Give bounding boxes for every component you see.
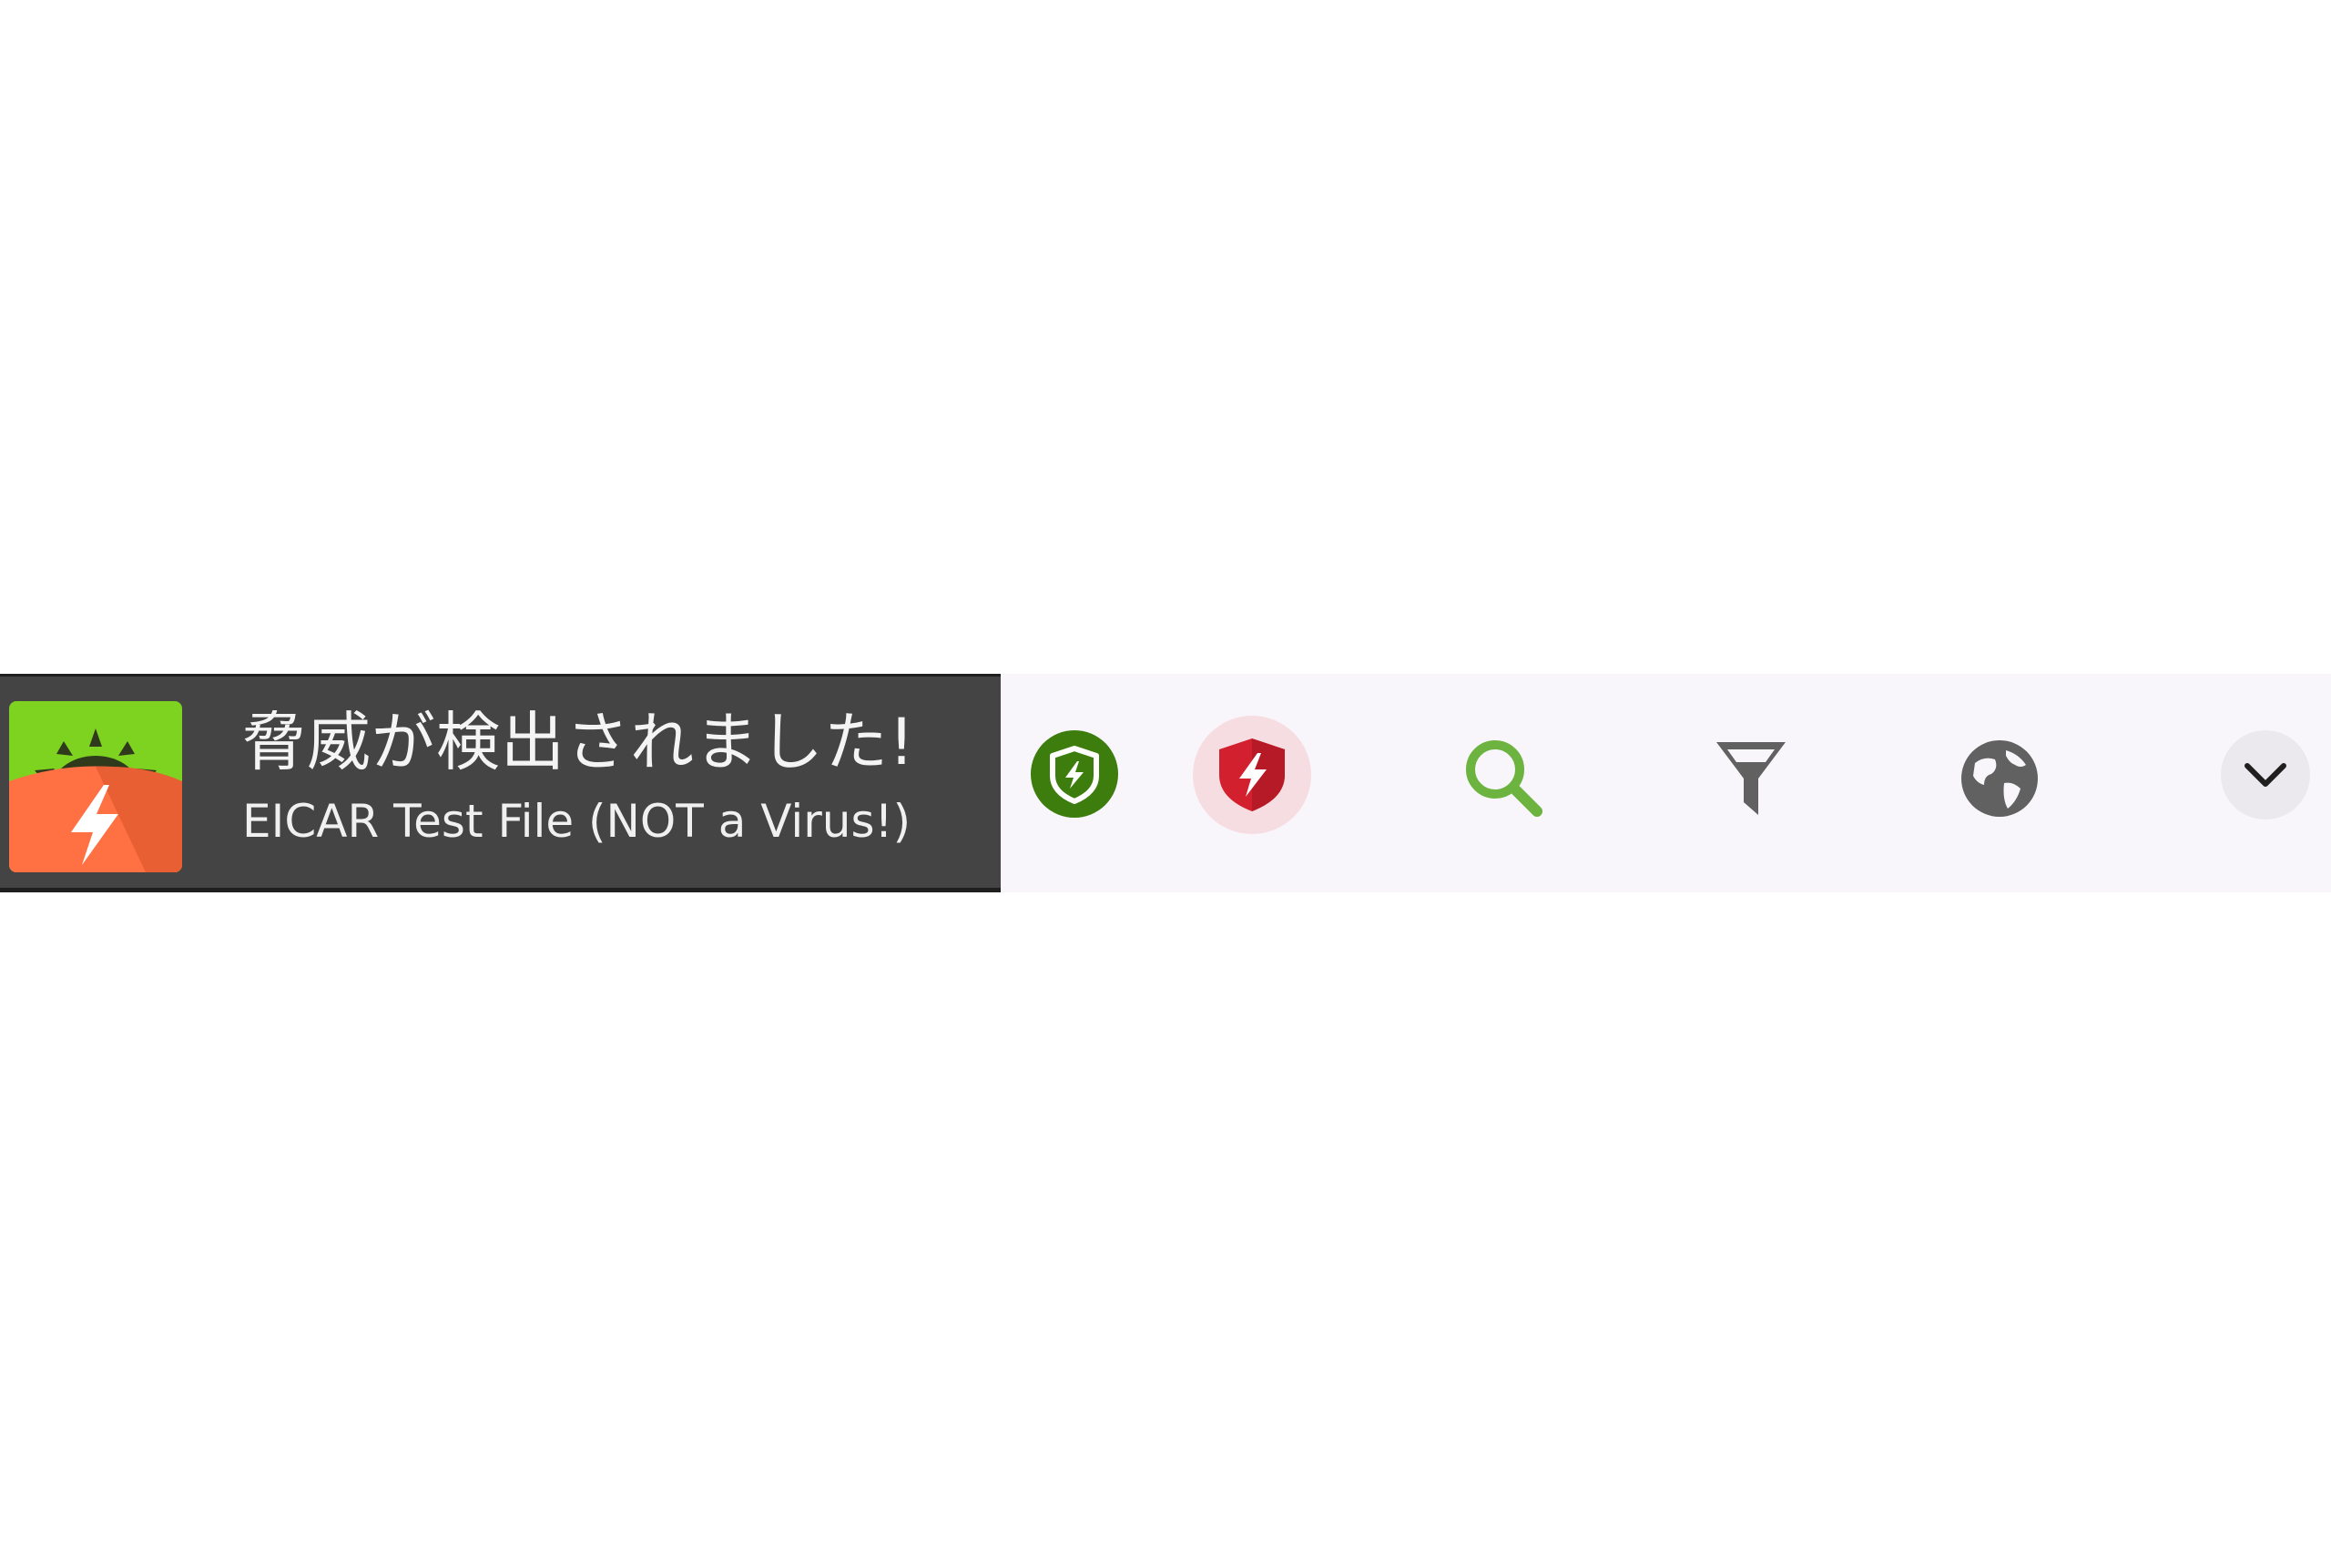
- search-icon[interactable]: [1459, 733, 1550, 824]
- shield-bolt-icon[interactable]: [1029, 728, 1120, 820]
- threat-notification[interactable]: 脅威が検出されました! EICAR Test File (NOT a Virus…: [0, 674, 1001, 892]
- notification-title: 脅威が検出されました!: [242, 705, 916, 779]
- globe-icon[interactable]: [1957, 736, 2042, 821]
- screen: 脅威が検出されました! EICAR Test File (NOT a Virus…: [0, 0, 2331, 1568]
- filter-icon[interactable]: [1711, 733, 1791, 824]
- notification-and-toolbar-strip: 脅威が検出されました! EICAR Test File (NOT a Virus…: [0, 674, 2331, 892]
- chevron-down-icon[interactable]: [2221, 730, 2310, 820]
- toolbar: [1001, 674, 2331, 892]
- alert-app-icon: [9, 701, 182, 872]
- shield-bolt-alert-icon[interactable]: [1193, 716, 1311, 834]
- notification-subtitle: EICAR Test File (NOT a Virus!): [242, 795, 911, 848]
